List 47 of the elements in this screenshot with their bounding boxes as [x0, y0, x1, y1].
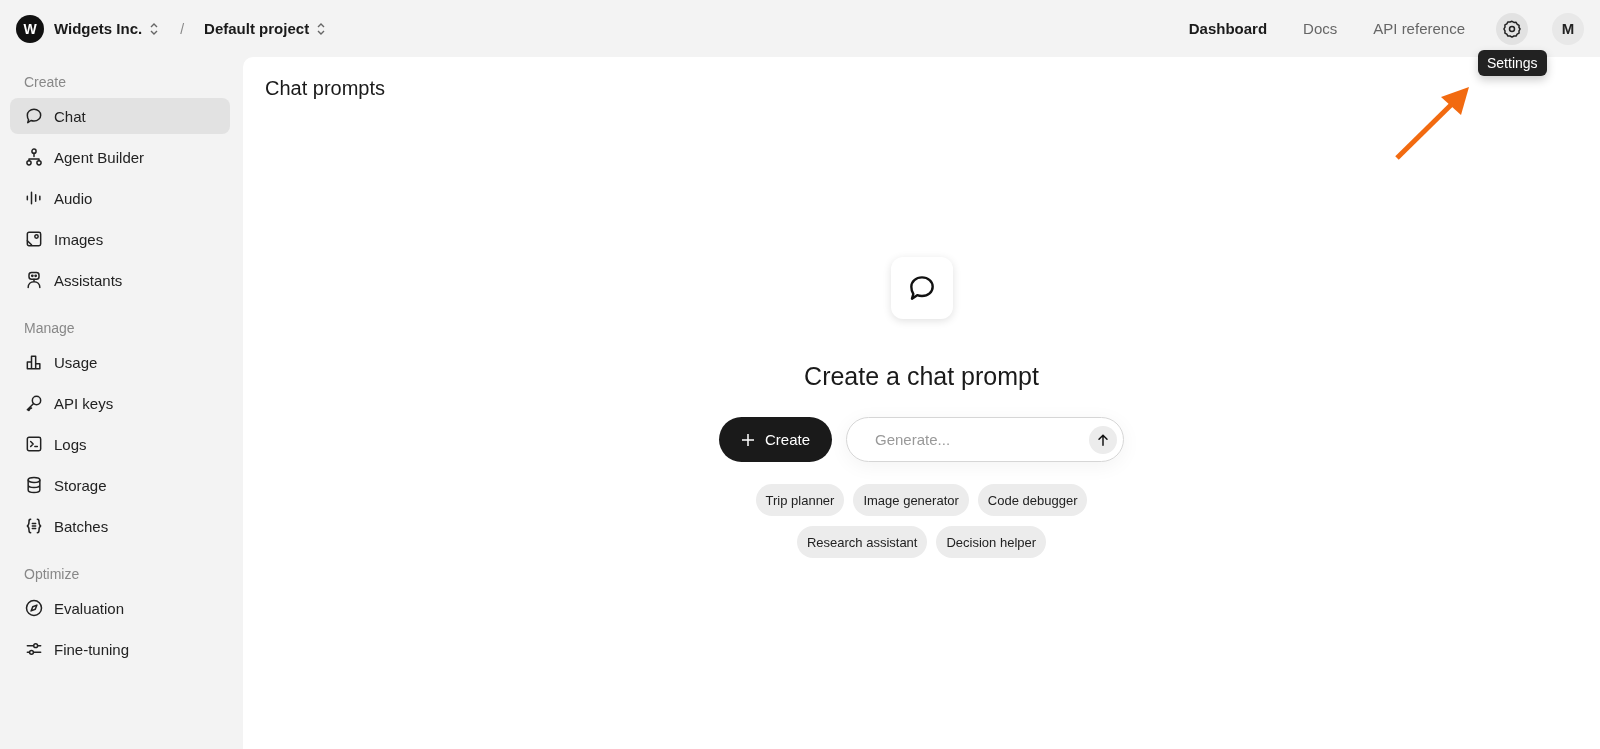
sidebar-item[interactable]: Usage [10, 344, 230, 380]
database-icon [24, 475, 44, 495]
user-avatar[interactable]: M [1552, 12, 1584, 45]
project-switcher[interactable]: Default project [204, 20, 328, 37]
sidebar-section-title: Optimize [23, 565, 81, 584]
bar-chart-icon [24, 352, 44, 372]
robot-icon [24, 270, 44, 290]
image-icon [24, 229, 44, 249]
sidebar-item[interactable]: Logs [10, 426, 230, 462]
key-icon [24, 393, 44, 413]
sidebar-section-title: Create [23, 73, 68, 92]
sidebar-item[interactable]: Assistants [10, 262, 230, 298]
sidebar-item[interactable]: Batches [10, 508, 230, 544]
breadcrumb-separator: / [180, 20, 185, 37]
sidebar-item[interactable]: Agent Builder [10, 139, 230, 175]
nav-link[interactable]: Dashboard [1175, 20, 1281, 37]
sidebar-item[interactable]: Images [10, 221, 230, 257]
terminal-icon [24, 434, 44, 454]
nav-link[interactable]: API reference [1360, 20, 1478, 37]
compass-icon [24, 598, 44, 618]
org-logo[interactable]: W [16, 14, 44, 43]
audio-wave-icon [24, 188, 44, 208]
sidebar-item[interactable]: Audio [10, 180, 230, 216]
create-button[interactable]: Create [719, 417, 832, 462]
nav-link[interactable]: Docs [1290, 20, 1351, 37]
generate-input[interactable]: Generate... [873, 430, 1089, 449]
hierarchy-icon [24, 147, 44, 167]
sidebar-section-title: Manage [23, 319, 76, 338]
suggestion-chip[interactable]: Research assistant [796, 526, 928, 558]
sidebar-item[interactable]: API keys [10, 385, 230, 421]
empty-state-title: Create a chat prompt [804, 362, 1039, 391]
settings-button[interactable] [1496, 12, 1528, 45]
chat-bubble-icon [24, 106, 44, 126]
sidebar-item[interactable]: Fine-tuning [10, 631, 230, 667]
suggestion-chip[interactable]: Trip planner [755, 484, 845, 516]
suggestion-chip[interactable]: Decision helper [936, 526, 1047, 558]
gear-icon [1502, 18, 1522, 39]
suggestion-chip[interactable]: Image generator [853, 484, 969, 516]
sidebar-item[interactable]: Storage [10, 467, 230, 503]
sidebar-item[interactable]: Chat [10, 98, 230, 134]
braces-list-icon [24, 516, 44, 536]
send-button[interactable] [1089, 425, 1117, 454]
suggestion-chip[interactable]: Code debugger [977, 484, 1088, 516]
org-switcher[interactable]: Widgets Inc. [54, 20, 161, 37]
tooltip: Settings [1478, 50, 1547, 76]
sidebar-item[interactable]: Evaluation [10, 590, 230, 626]
page-title: Chat prompts [265, 77, 386, 100]
